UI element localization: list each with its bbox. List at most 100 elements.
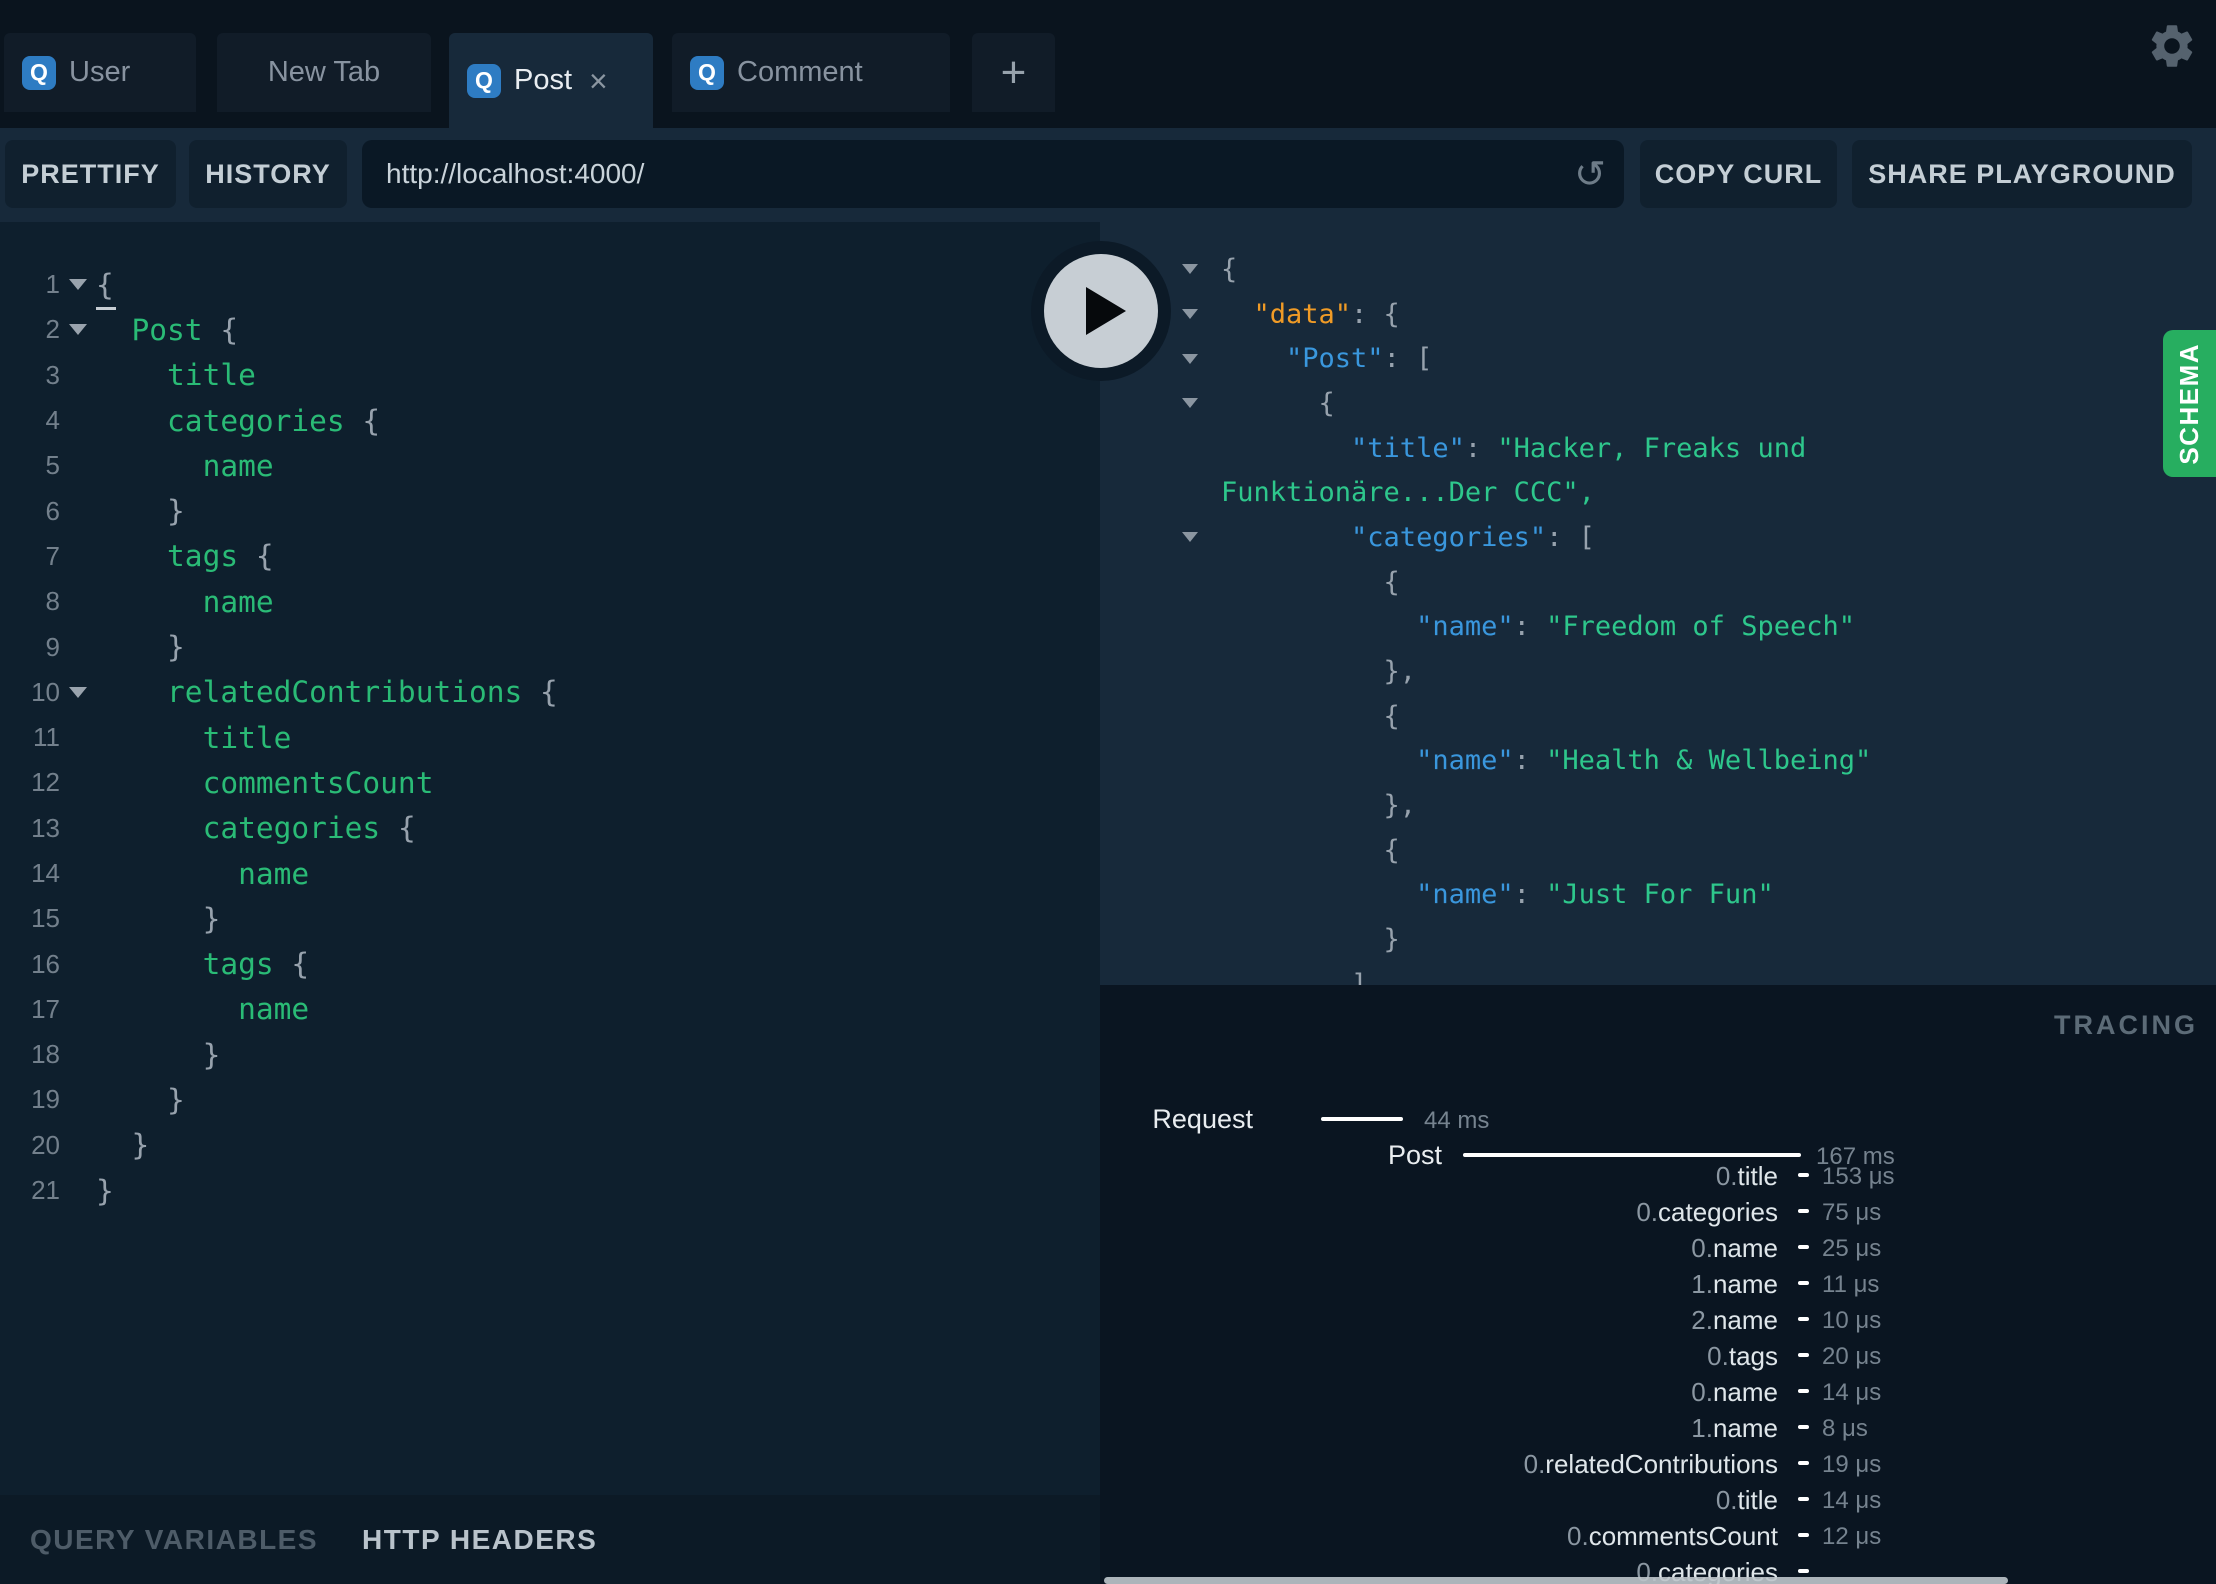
tab-new-tab[interactable]: New Tab	[217, 33, 431, 112]
response-code-line: "data": {	[1100, 292, 2216, 337]
timing-tick	[1798, 1569, 1809, 1573]
response-code-line: "categories": [	[1100, 515, 2216, 560]
fold-arrow-icon[interactable]	[1182, 398, 1198, 409]
query-editor-lines: 1{2 Post {3 title 4 categories {5 name 6 }…	[0, 262, 1100, 1213]
toolbar: PRETTIFY HISTORY http://localhost:4000/ …	[0, 128, 2216, 222]
tracing-field-row: 1.name 11 μs	[1691, 1269, 1880, 1299]
query-code-line: 14 name	[0, 851, 1100, 896]
tracing-field-row: 0.relatedContributions 19 μs	[1523, 1449, 1882, 1479]
response-code-line: Funktionäre...Der CCC",	[1221, 477, 1595, 509]
response-code-line: },	[1221, 790, 1417, 822]
query-code-line: 9 }	[0, 624, 1100, 669]
query-code-line: 18 }	[0, 1032, 1100, 1077]
query-code-line: 8 name	[0, 579, 1100, 624]
timing-tick	[1798, 1209, 1809, 1213]
line-number: 11	[33, 722, 60, 753]
response-pane: { "data": { "Post": [ { "title": "Hacker…	[1100, 222, 2216, 985]
line-number: 21	[31, 1175, 60, 1206]
response-code-line: "Post": [	[1100, 336, 2216, 381]
timing-tick	[1798, 1245, 1809, 1249]
line-number: 10	[31, 676, 60, 707]
endpoint-url: http://localhost:4000/	[386, 158, 645, 189]
line-number: 20	[31, 1129, 60, 1160]
close-tab-icon[interactable]: ×	[589, 65, 608, 97]
timing-tick	[1798, 1353, 1809, 1357]
tab-query-variables[interactable]: QUERY VARIABLES	[30, 1524, 318, 1556]
line-number: 18	[31, 1039, 60, 1070]
share-playground-button[interactable]: SHARE PLAYGROUND	[1852, 140, 2192, 208]
query-code-line: 2 Post {	[0, 307, 1100, 352]
query-code-line: 13 categories {	[0, 806, 1100, 851]
query-editor-pane[interactable]: 1{2 Post {3 title 4 categories {5 name 6 }…	[0, 222, 1100, 1495]
fold-arrow-icon[interactable]	[69, 324, 87, 336]
timing-tick	[1798, 1461, 1809, 1465]
tab-label: Post	[514, 64, 573, 96]
tracing-title: TRACING	[2054, 1010, 2198, 1040]
fold-arrow-icon[interactable]	[1182, 309, 1198, 320]
query-code-line: 12 commentsCount	[0, 760, 1100, 805]
query-code-line: 11 title	[0, 715, 1100, 760]
tracing-panel: TRACING Request 44 ms Post 167 ms 0.title 153…	[1100, 985, 2216, 1584]
editor-footer: QUERY VARIABLES HTTP HEADERS	[0, 1495, 1100, 1584]
query-code-line: 6 }	[0, 488, 1100, 533]
fold-arrow-icon[interactable]	[1182, 353, 1198, 364]
tracing-field-row: 0.name 14 μs	[1691, 1377, 1882, 1407]
tracing-field-row: 0.categories 75 μs	[1636, 1197, 1882, 1227]
tab-label: User	[69, 56, 131, 88]
copy-curl-button[interactable]: COPY CURL	[1640, 140, 1837, 208]
refresh-schema-icon[interactable]: ↺	[1574, 152, 1606, 196]
text-cursor	[96, 307, 116, 310]
execute-button[interactable]	[1031, 241, 1171, 381]
tab-user[interactable]: Q User	[4, 33, 196, 112]
query-badge: Q	[22, 55, 56, 90]
line-number: 17	[31, 993, 60, 1024]
response-code-line: "name": "Freedom of Speech"	[1221, 611, 1855, 643]
new-tab-button[interactable]: +	[972, 33, 1055, 112]
query-code-line: 5 name	[0, 443, 1100, 488]
response-code-line: {	[1221, 700, 1400, 732]
response-code-line: ]	[1221, 968, 1368, 985]
query-code-line: 4 categories {	[0, 398, 1100, 443]
tab-label: New Tab	[267, 56, 381, 88]
gear-icon[interactable]	[2146, 20, 2198, 72]
line-number: 16	[31, 948, 60, 979]
line-number: 14	[31, 858, 60, 888]
tracing-field-row: 2.name 10 μs	[1691, 1305, 1882, 1335]
response-code-line: },	[1221, 656, 1417, 688]
fold-arrow-icon[interactable]	[1182, 532, 1198, 543]
line-number: 5	[45, 450, 60, 481]
line-number: 15	[31, 903, 60, 934]
timing-bar	[1463, 1153, 1801, 1157]
timing-tick	[1798, 1173, 1809, 1177]
query-code-line: 19 }	[0, 1077, 1100, 1122]
query-code-line: 16 tags {	[0, 941, 1100, 986]
timing-tick	[1798, 1497, 1809, 1501]
tab-post[interactable]: Q Post ×	[449, 33, 653, 128]
horizontal-scrollbar[interactable]	[1104, 1577, 2008, 1584]
line-number: 9	[45, 631, 60, 662]
prettify-button[interactable]: PRETTIFY	[5, 140, 176, 208]
line-number: 6	[45, 495, 60, 526]
line-number: 12	[31, 767, 60, 798]
line-number: 7	[45, 540, 60, 571]
line-number: 3	[45, 359, 60, 390]
response-code-line: {	[1221, 566, 1400, 598]
timing-tick	[1798, 1281, 1809, 1285]
tracing-span-request: Request 44 ms	[1152, 1104, 1490, 1134]
timing-tick	[1798, 1317, 1809, 1321]
fold-arrow-icon[interactable]	[1182, 264, 1198, 275]
response-code-line: }	[1221, 924, 1400, 956]
query-badge: Q	[690, 55, 724, 90]
fold-arrow-icon[interactable]	[69, 279, 87, 291]
tracing-field-row: 0.commentsCount 12 μs	[1567, 1521, 1882, 1551]
tab-comment[interactable]: Q Comment	[672, 33, 950, 112]
history-button[interactable]: HISTORY	[189, 140, 347, 208]
query-code-line: 3 title	[0, 353, 1100, 398]
fold-arrow-icon[interactable]	[69, 686, 87, 698]
response-lines: { "data": { "Post": [ { "title": "Hacker…	[1100, 247, 2216, 985]
schema-side-tab[interactable]: SCHEMA	[2163, 330, 2216, 477]
line-number: 2	[45, 314, 60, 345]
endpoint-input[interactable]: http://localhost:4000/ ↺	[362, 140, 1624, 208]
tab-http-headers[interactable]: HTTP HEADERS	[362, 1524, 597, 1556]
tracing-field-row: 0.name 25 μs	[1691, 1233, 1882, 1263]
